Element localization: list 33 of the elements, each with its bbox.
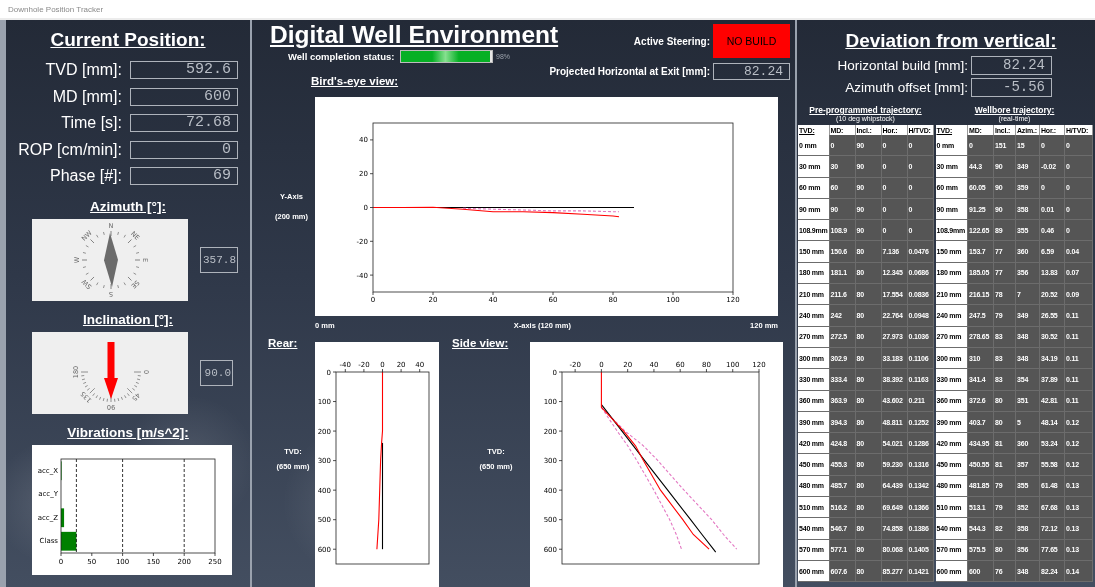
steering-label: Active Steering: — [633, 35, 710, 47]
reading-label: Time [s]: — [60, 114, 122, 132]
view-title: Side view: — [452, 337, 510, 349]
reading-display: 72.68 — [130, 114, 238, 132]
view-title: Rear: — [268, 337, 299, 349]
reading-label: ROP [cm/min]: — [17, 140, 122, 159]
app-title: Digital Well Environment — [270, 20, 559, 50]
reading-label: TVD [mm]: — [44, 61, 122, 79]
reading-display: 0 — [130, 140, 238, 159]
reading-display: 592.6 — [130, 61, 238, 79]
section-title: Vibrations [m/s^2]: — [67, 425, 189, 440]
reading-display: 69 — [130, 167, 238, 185]
section-title: Inclination [°]: — [82, 312, 174, 327]
reading-label: MD [mm]: — [51, 87, 122, 106]
reading-display: 82.24 — [971, 56, 1052, 75]
view-title: Bird's-eye view: — [311, 75, 399, 87]
inclination-display: 90.0 — [200, 360, 233, 386]
reading-display: 600 — [130, 87, 238, 106]
projection-display: 82.24 — [713, 63, 790, 80]
section-title: Azimuth [°]: — [90, 199, 166, 214]
reading-label: Horizontal build [mm]: — [836, 57, 968, 75]
reading-label: Phase [#]: — [48, 167, 122, 185]
reading-label: Azimuth offset [mm]: — [844, 79, 968, 97]
reading-display: -5.56 — [971, 78, 1052, 97]
azimuth-display: 357.8 — [200, 247, 238, 273]
panel-title: Deviation from vertical: — [844, 29, 1058, 53]
completion-label: Well completion status: — [288, 51, 395, 62]
projection-label: Projected Horizontal at Exit [mm]: — [549, 66, 710, 77]
window-title: Downhole Position Tracker — [8, 4, 104, 14]
table-title: Pre-programmed trajectory: — [809, 105, 922, 115]
table-title: Wellbore trajectory: — [974, 105, 1055, 115]
steering-status: NO BUILD — [713, 24, 790, 58]
panel-title: Current Position: — [50, 29, 206, 51]
